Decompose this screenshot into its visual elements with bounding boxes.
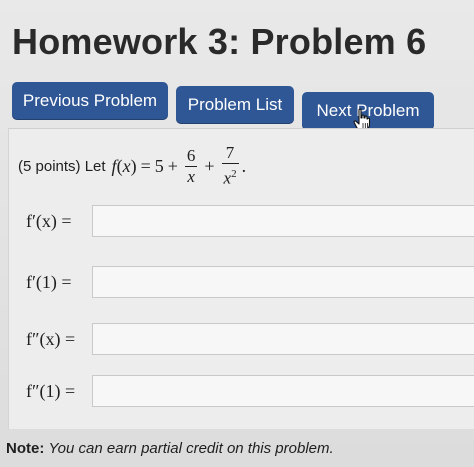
fraction-2-exponent: 2 [231, 168, 237, 181]
answer-row-4: f″(1) = [26, 374, 92, 408]
answer-input-4[interactable] [92, 375, 474, 407]
plus-sign-2: + [204, 155, 215, 176]
answer-label-4: f″(1) = [26, 380, 76, 401]
answer-label-1: f′(x) = [26, 210, 72, 231]
period: . [241, 155, 247, 176]
constant-term: 5 [154, 155, 164, 176]
func-var: x [122, 155, 131, 176]
note-label: Note: [6, 440, 45, 457]
answer-input-2[interactable] [92, 266, 474, 298]
answer-input-1[interactable] [92, 205, 474, 237]
equals-sign: = [140, 155, 151, 176]
fraction-2: 7 x2 [221, 143, 239, 188]
problem-statement: (5 points) Let f(x) = 5 + 6 x + 7 x2 . [18, 142, 246, 190]
fraction-2-numerator: 7 [225, 143, 235, 163]
answer-row-3: f″(x) = [26, 322, 92, 356]
answer-input-3[interactable] [92, 323, 474, 355]
plus-sign-1: + [167, 155, 178, 176]
points-text: (5 points) Let [18, 157, 106, 175]
page-title: Homework 3: Problem 6 [12, 21, 427, 62]
fraction-1: 6 x [185, 145, 198, 186]
fraction-1-denominator: x [187, 166, 195, 186]
note-text: You can earn partial credit on this prob… [48, 440, 334, 457]
problem-list-button[interactable]: Problem List [176, 86, 294, 124]
answer-label-2: f′(1) = [26, 271, 72, 292]
function-definition: f(x) = 5 + 6 x + 7 x2 . [111, 143, 247, 188]
homework-page: Homework 3: Problem 6 Previous Problem P… [0, 0, 474, 467]
previous-problem-button[interactable]: Previous Problem [12, 82, 168, 120]
fraction-1-numerator: 6 [186, 145, 196, 165]
partial-credit-note: Note: You can earn partial credit on thi… [6, 440, 334, 457]
fraction-2-denominator: x [223, 168, 232, 188]
func-name: f [111, 155, 117, 176]
answer-row-1: f′(x) = [26, 204, 92, 238]
answer-row-2: f′(1) = [26, 265, 92, 299]
answer-label-3: f″(x) = [26, 328, 76, 349]
